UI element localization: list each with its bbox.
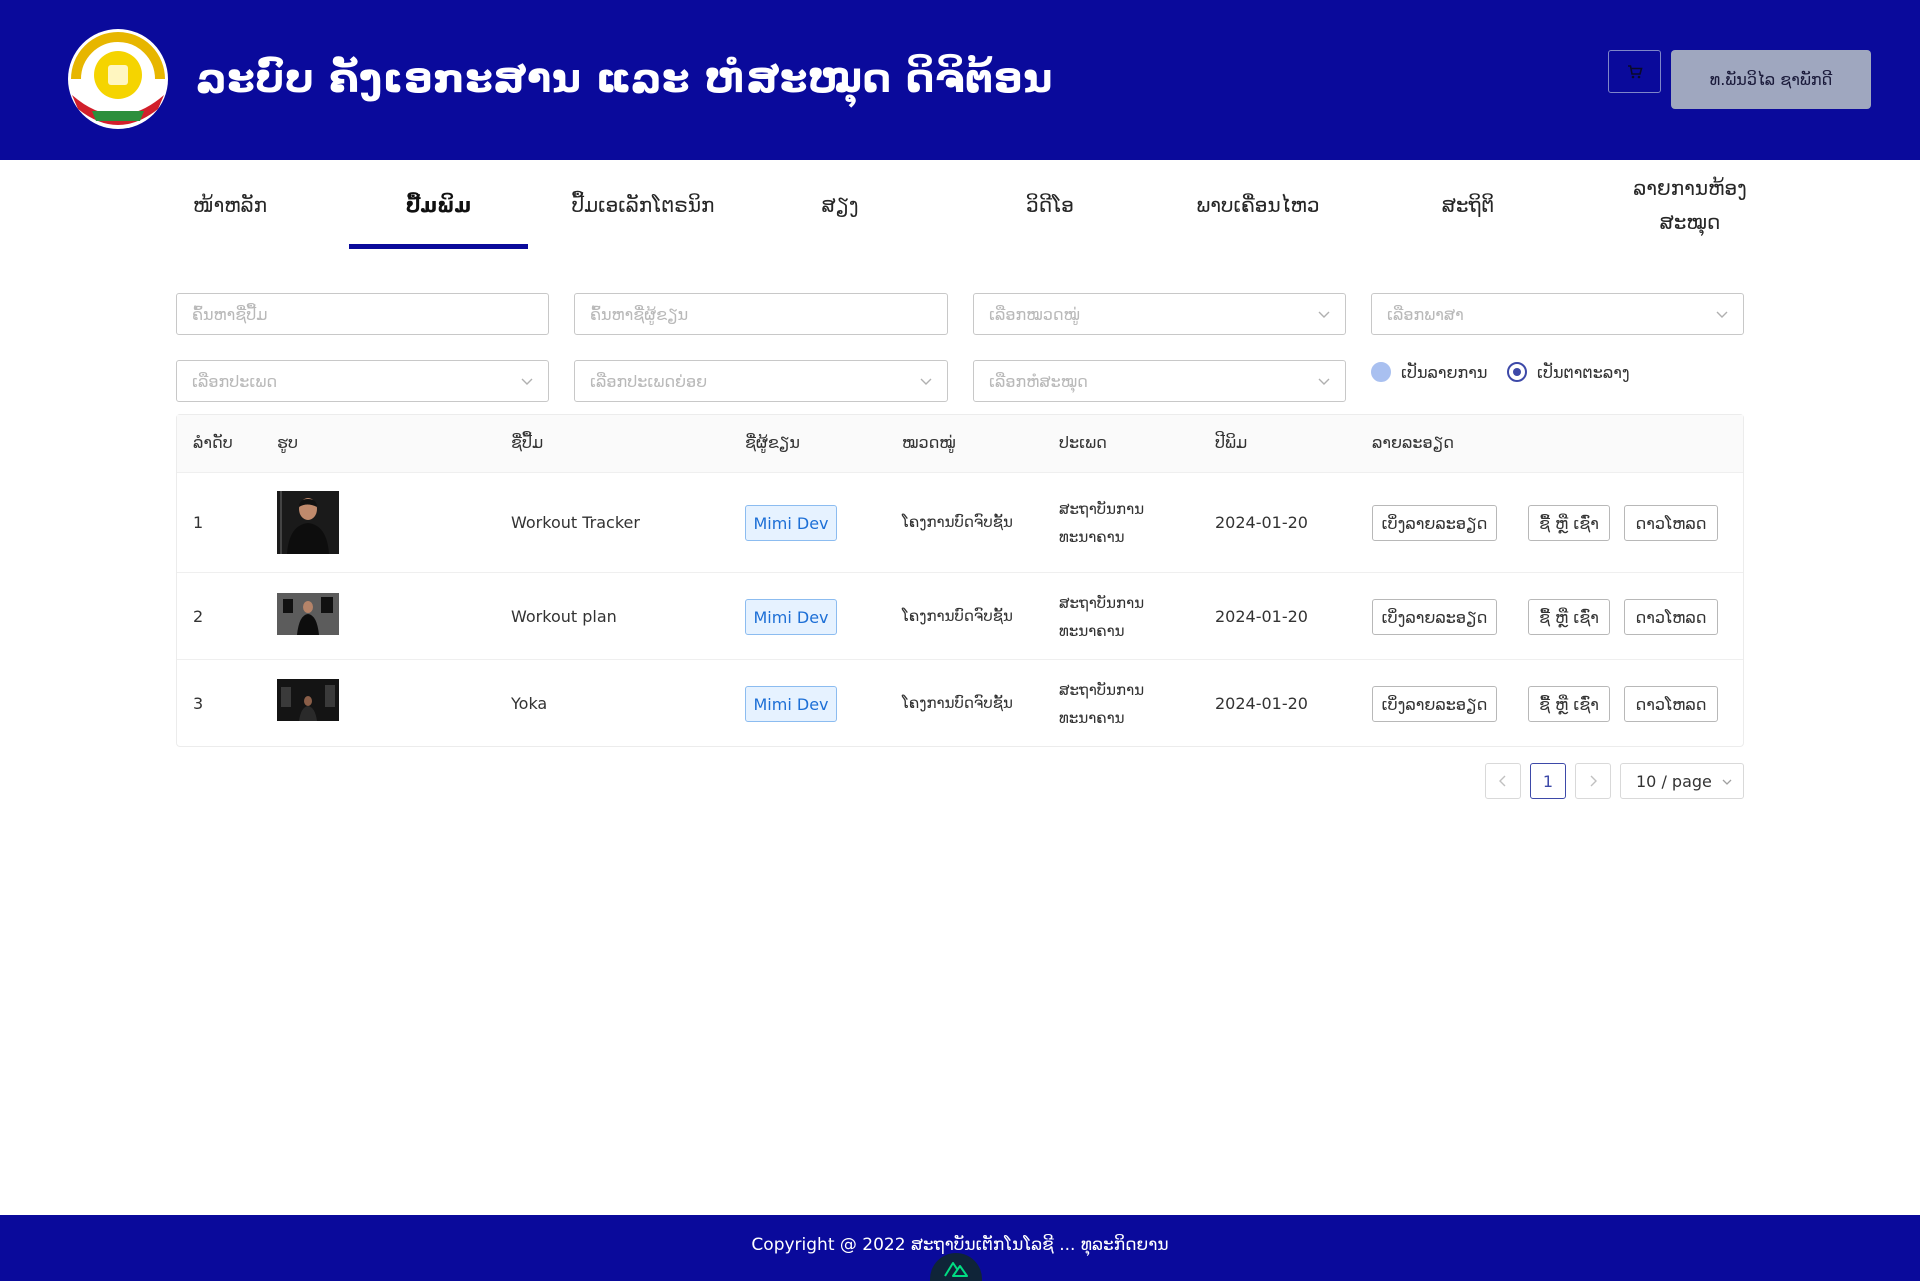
column-header-details: ລາຍລະອຽດ [1372, 433, 1454, 452]
author-tag: Mimi Dev [745, 505, 837, 541]
copyright-text: Copyright @ 2022 ສະຖາບັນເຕັກໂນໂລຊີ ... ທ… [751, 1235, 1169, 1255]
nav-item-library-list[interactable]: ລາຍການຫ້ອງ ສະໝຸດ [1620, 160, 1760, 250]
download-button[interactable]: ດາວໂຫລດ [1624, 599, 1718, 635]
book-year: 2024-01-20 [1215, 694, 1308, 713]
table-row: 1 Workout Tracker Mimi Dev ໂຄງການບົດຈົບຊ… [177, 473, 1743, 573]
radio-checked-icon [1507, 362, 1527, 382]
radio-unchecked-icon [1371, 362, 1391, 382]
column-header-type: ປະເພດ [1059, 433, 1107, 452]
category-select[interactable]: ເລືອກໝວດໝູ່ [973, 293, 1346, 335]
author-tag: Mimi Dev [745, 686, 837, 722]
library-select-placeholder: ເລືອກຫໍສະໝຸດ [989, 371, 1088, 391]
view-details-button[interactable]: ເບິ່ງລາຍລະອຽດ [1372, 505, 1497, 541]
row-index: 1 [193, 513, 204, 532]
view-grid-radio[interactable]: ເປັນຕາຕະລາງ [1507, 362, 1630, 382]
page-size-select[interactable]: 10 / page [1620, 763, 1744, 799]
nav-item-statistics[interactable]: ສະຖິຕິ [1398, 160, 1538, 250]
author-tag: Mimi Dev [745, 599, 837, 635]
page-size-value: 10 / page [1636, 771, 1712, 791]
nav-item-video[interactable]: ວິດີໂອ [980, 160, 1120, 250]
main-nav: ໜ້າຫລັກ ປື້ມພິມ ປື້ມເອເລັກໂຕຣນິກ ສຽງ ວິດ… [160, 160, 1760, 250]
type-select-placeholder: ເລືອກປະເພດ [192, 371, 278, 391]
cart-button[interactable] [1608, 50, 1661, 93]
user-account-button[interactable]: ທ.ພັນວິໄລ ຊາພັກດີ [1671, 50, 1871, 109]
book-category: ໂຄງການບົດຈົບຊັ້ນ [902, 694, 1013, 712]
column-header-image: ຮູບ [277, 433, 298, 452]
book-year: 2024-01-20 [1215, 607, 1308, 626]
chevron-left-icon [1499, 775, 1506, 787]
table-row: 3 Yoka Mimi Dev ໂຄງການບົດຈົບຊັ້ນ ສະຖາບັນ… [177, 660, 1743, 747]
buy-or-rent-button[interactable]: ຊື້ ຫຼື ເຊົ່າ [1528, 686, 1610, 722]
app-header: ລະບົບ ຄັງເອກະສານ ແລະ ຫໍສະໝຸດ ດິຈິຕ້ອນ ທ.… [0, 0, 1920, 160]
book-type-line: ທະນາຄານ [1059, 622, 1125, 640]
column-header-author: ຊື່ຜູ້ຂຽນ [745, 433, 800, 452]
download-button[interactable]: ດາວໂຫລດ [1624, 686, 1718, 722]
nav-item-audio[interactable]: ສຽງ [770, 160, 910, 250]
books-table: ລຳດັບ ຮູບ ຊື່ປື້ມ ຊື່ຜູ້ຂຽນ ໝວດໝູ່ ປະເພດ… [176, 414, 1744, 747]
table-row: 2 Workout plan Mimi Dev ໂຄງການບົດຈົບຊັ້ນ… [177, 573, 1743, 660]
chevron-down-icon [521, 378, 533, 385]
book-category: ໂຄງການບົດຈົບຊັ້ນ [902, 513, 1013, 531]
chevron-down-icon [1318, 378, 1330, 385]
book-year: 2024-01-20 [1215, 513, 1308, 532]
view-list-label: ເປັນລາຍການ [1401, 362, 1488, 382]
language-select-placeholder: ເລືອກພາສາ [1387, 304, 1464, 324]
type-select[interactable]: ເລືອກປະເພດ [176, 360, 549, 402]
page-number-button[interactable]: 1 [1530, 763, 1566, 799]
prev-page-button[interactable] [1485, 763, 1521, 799]
row-index: 2 [193, 607, 204, 626]
book-type-line: ສະຖາບັນການ [1059, 681, 1145, 699]
book-type-line: ທະນາຄານ [1059, 709, 1125, 727]
chevron-right-icon [1590, 775, 1597, 787]
row-index: 3 [193, 694, 204, 713]
app-title: ລະບົບ ຄັງເອກະສານ ແລະ ຫໍສະໝຸດ ດິຈິຕ້ອນ [196, 56, 1053, 102]
next-page-button[interactable] [1575, 763, 1611, 799]
subtype-select[interactable]: ເລືອກປະເພດຍ່ອຍ [574, 360, 948, 402]
view-details-button[interactable]: ເບິ່ງລາຍລະອຽດ [1372, 686, 1497, 722]
library-select[interactable]: ເລືອກຫໍສະໝຸດ [973, 360, 1346, 402]
column-header-index: ລຳດັບ [193, 433, 233, 452]
active-tab-indicator [349, 244, 528, 249]
book-type-line: ສະຖາບັນການ [1059, 500, 1145, 518]
nav-item-ebooks[interactable]: ປື້ມເອເລັກໂຕຣນິກ [560, 160, 726, 250]
subtype-select-placeholder: ເລືອກປະເພດຍ່ອຍ [590, 371, 708, 391]
book-cover-image [277, 679, 339, 721]
book-title: Workout plan [511, 607, 617, 626]
download-button[interactable]: ດາວໂຫລດ [1624, 505, 1718, 541]
buy-or-rent-button[interactable]: ຊື້ ຫຼື ເຊົ່າ [1528, 599, 1610, 635]
book-type-line: ສະຖາບັນການ [1059, 594, 1145, 612]
chevron-down-icon [1318, 311, 1330, 318]
table-header: ລຳດັບ ຮູບ ຊື່ປື້ມ ຊື່ຜູ້ຂຽນ ໝວດໝູ່ ປະເພດ… [177, 415, 1743, 473]
column-header-category: ໝວດໝູ່ [902, 433, 956, 452]
language-select[interactable]: ເລືອກພາສາ [1371, 293, 1744, 335]
column-header-title: ຊື່ປື້ມ [511, 433, 544, 452]
nuxt-logo-icon [944, 1262, 968, 1277]
nav-item-printed-books[interactable]: ປື້ມພິມ [349, 160, 528, 250]
author-search-input[interactable]: ຄົ້ນຫາຊື່ຜູ້ຂຽນ [574, 293, 948, 335]
view-grid-label: ເປັນຕາຕະລາງ [1537, 362, 1630, 382]
book-type: ສະຖາບັນການ ທະນາຄານ [1059, 495, 1144, 551]
book-title: Workout Tracker [511, 513, 640, 532]
chevron-down-icon [1722, 779, 1732, 785]
category-select-placeholder: ເລືອກໝວດໝູ່ [989, 304, 1080, 324]
book-cover-image [277, 593, 339, 635]
column-header-year: ປີພິມ [1215, 433, 1248, 452]
nav-item-home[interactable]: ໜ້າຫລັກ [160, 160, 300, 250]
buy-or-rent-button[interactable]: ຊື້ ຫຼື ເຊົ່າ [1528, 505, 1610, 541]
chevron-down-icon [920, 378, 932, 385]
book-title: Yoka [511, 694, 548, 713]
government-emblem-icon [68, 29, 168, 129]
view-list-radio[interactable]: ເປັນລາຍການ [1371, 362, 1487, 382]
book-category: ໂຄງການບົດຈົບຊັ້ນ [902, 607, 1013, 625]
book-type-line: ທະນາຄານ [1059, 528, 1125, 546]
nav-item-animation[interactable]: ພາບເຄື່ອນໄຫວ [1188, 160, 1328, 250]
book-cover-image [277, 491, 339, 554]
book-type: ສະຖາບັນການ ທະນາຄານ [1059, 676, 1144, 732]
shopping-cart-icon [1627, 64, 1643, 78]
view-details-button[interactable]: ເບິ່ງລາຍລະອຽດ [1372, 599, 1497, 635]
book-type: ສະຖາບັນການ ທະນາຄານ [1059, 589, 1144, 645]
chevron-down-icon [1716, 311, 1728, 318]
book-name-search-input[interactable]: ຄົ້ນຫາຊື່ປື້ມ [176, 293, 549, 335]
